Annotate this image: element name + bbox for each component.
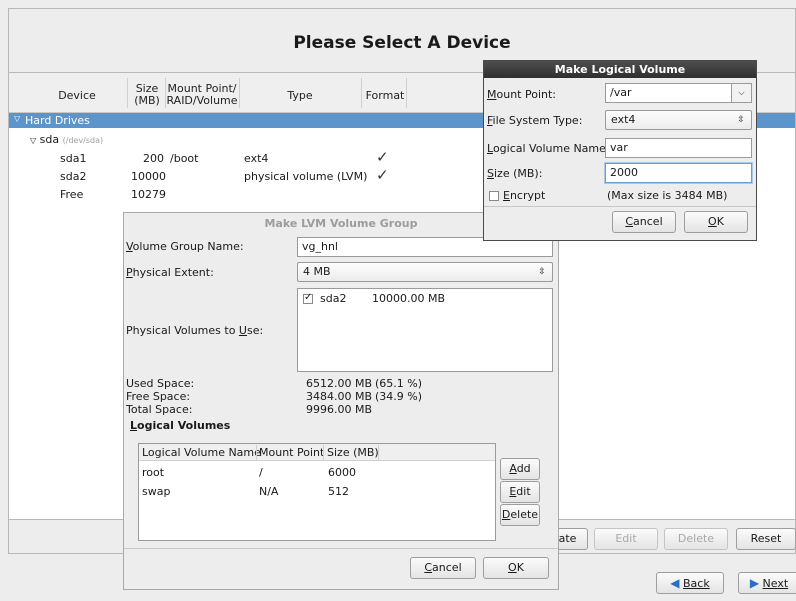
used-pct: (65.1 %) [375, 377, 423, 390]
delete-button[interactable]: Delete [664, 528, 728, 550]
col-mount[interactable]: Mount Point/RAID/Volume [166, 83, 238, 107]
lv-col-size[interactable]: Size (MB) [327, 446, 379, 459]
pe-label: Physical Extent: [126, 266, 214, 279]
pv-size: 10000.00 MB [372, 292, 446, 305]
pv-checkbox[interactable]: ✓ [303, 292, 313, 304]
partition-device[interactable]: Free [60, 188, 83, 201]
lv-col-name[interactable]: Logical Volume Name [142, 446, 261, 459]
physical-extent-select[interactable]: 4 MB ⇳ [297, 262, 553, 282]
col-device[interactable]: Device [52, 90, 102, 102]
page-title: Please Select A Device [293, 33, 511, 53]
updown-icon: ⇳ [737, 115, 745, 125]
updown-icon: ⇳ [538, 267, 546, 277]
encrypt-checkbox[interactable] [489, 191, 499, 201]
lv-row-size: 512 [328, 485, 349, 498]
pv-label: Physical Volumes to Use: [126, 324, 264, 337]
lv-name-label: Logical Volume Name: [487, 142, 610, 155]
used-value: 6512.00 MB [306, 377, 373, 390]
partition-mount: /boot [170, 152, 199, 165]
free-pct: (34.9 %) [375, 390, 423, 403]
arrow-right-icon: ▶ [749, 576, 760, 590]
lvm-cancel-button[interactable]: Cancel [410, 557, 476, 579]
partition-size: 10000 [131, 170, 166, 183]
lv-section-heading: Logical Volumes [130, 419, 231, 432]
lv-name-field[interactable]: var [605, 138, 752, 158]
lv-col-mount[interactable]: Mount Point [259, 446, 324, 459]
encrypt-label[interactable]: Encrypt [503, 189, 545, 202]
free-label: Free Space: [126, 390, 191, 403]
partition-size: 200 [143, 152, 164, 165]
lvm-ok-button[interactable]: OK [483, 557, 549, 579]
lv-row-size: 6000 [328, 466, 356, 479]
lv-edit-button[interactable]: Edit [500, 481, 540, 503]
lv-row-name[interactable]: root [142, 466, 164, 479]
mount-point-combo[interactable]: /var ⌵ [605, 83, 752, 103]
partition-device[interactable]: sda2 [60, 170, 86, 183]
total-label: Total Space: [126, 403, 193, 416]
partition-device[interactable]: sda1 [60, 152, 86, 165]
lv-ok-button[interactable]: OK [684, 211, 748, 233]
lv-row-mount: / [259, 466, 263, 479]
format-check-icon: ✓ [376, 148, 389, 166]
lv-row-mount: N/A [259, 485, 279, 498]
used-label: Used Space: [126, 377, 195, 390]
arrow-left-icon: ◀ [670, 576, 680, 590]
expander-icon[interactable]: ▽ [14, 114, 20, 123]
col-size[interactable]: Size (MB) [130, 83, 164, 107]
col-format[interactable]: Format [364, 90, 406, 102]
dialog-title: Make Logical Volume [484, 61, 756, 78]
partition-size: 10279 [131, 188, 166, 201]
total-value: 9996.00 MB [306, 403, 373, 416]
lv-row-name[interactable]: swap [142, 485, 170, 498]
fs-label: File System Type: [487, 114, 583, 127]
lv-add-button[interactable]: Add [500, 458, 540, 480]
divider [484, 206, 756, 207]
format-check-icon: ✓ [376, 166, 389, 184]
mount-label: Mount Point: [487, 88, 557, 101]
col-type[interactable]: Type [268, 90, 332, 102]
divider [124, 548, 558, 549]
max-size-hint: (Max size is 3484 MB) [607, 189, 728, 202]
free-value: 3484.00 MB [306, 390, 373, 403]
vg-name-label: Volume Group Name: [126, 240, 244, 253]
disk-row-sda[interactable]: ▽ sda (/dev/sda) [30, 133, 103, 146]
edit-button[interactable]: Edit [594, 528, 658, 550]
reset-button[interactable]: Reset [736, 528, 796, 550]
size-field[interactable]: 2000 [605, 163, 752, 183]
lv-delete-button[interactable]: Delete [500, 504, 540, 526]
pv-name: sda2 [320, 292, 347, 305]
back-button[interactable]: ◀ Back [656, 572, 724, 594]
size-label: Size (MB): [487, 167, 543, 180]
partition-type: physical volume (LVM) [244, 170, 368, 183]
next-button[interactable]: ▶ Next [738, 572, 796, 594]
lv-cancel-button[interactable]: Cancel [612, 211, 676, 233]
fs-type-select[interactable]: ext4 ⇳ [605, 110, 752, 130]
partition-type: ext4 [244, 152, 269, 165]
expander-icon: ▽ [30, 136, 37, 145]
chevron-down-icon[interactable]: ⌵ [731, 84, 751, 102]
